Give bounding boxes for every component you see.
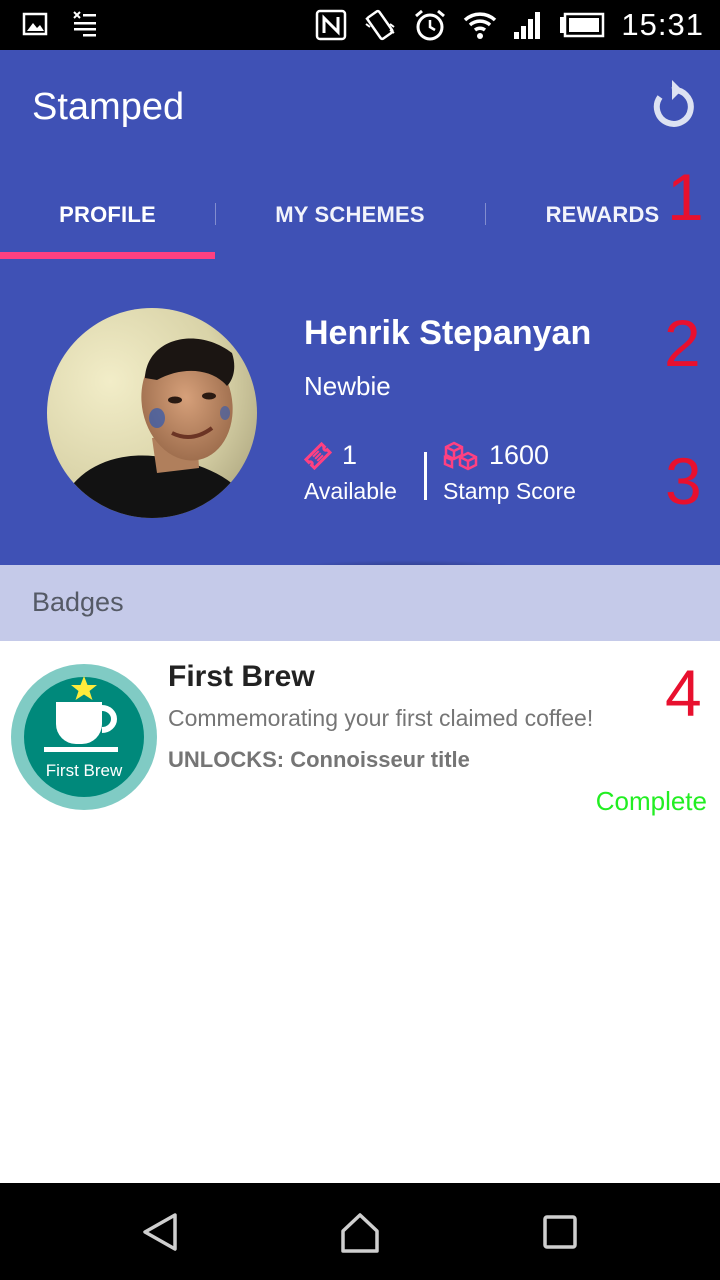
notes-icon	[73, 11, 96, 37]
tab-my-schemes[interactable]: MY SCHEMES	[215, 170, 485, 260]
available-value: 1	[342, 440, 358, 470]
alarm-icon	[415, 9, 446, 41]
nfc-icon	[316, 9, 347, 41]
signal-icon	[514, 12, 541, 39]
navigation-bar	[0, 1183, 720, 1280]
stamp-score-label: Stamp Score	[443, 478, 576, 504]
user-title: Newbie	[304, 371, 391, 401]
cubes-icon	[443, 441, 478, 470]
app-title: Stamped	[32, 86, 185, 128]
annotation-2: 2	[664, 306, 701, 380]
annotation-1: 1	[667, 160, 704, 234]
badges-section-header: Badges	[0, 565, 720, 641]
stamp-score-value: 1600	[489, 440, 550, 470]
badge-icon-text: First Brew	[46, 761, 123, 780]
app-header: Stamped PROFILE MY SCHEMES REWARDS 1 2 3…	[0, 50, 720, 565]
badge-unlocks: UNLOCKS: Connoisseur title	[168, 747, 470, 772]
tab-indicator	[0, 252, 215, 259]
ticket-icon	[304, 441, 332, 470]
wifi-icon	[464, 12, 497, 39]
badge-status: Complete	[595, 786, 707, 816]
vibrate-icon	[365, 9, 396, 41]
badge-name: First Brew	[168, 660, 315, 693]
recents-icon[interactable]	[535, 1207, 585, 1257]
avatar-photo	[47, 308, 257, 518]
badges-header-label: Badges	[32, 587, 124, 617]
stamp-score-stat: 1600 Stamp Score	[443, 440, 576, 505]
user-name: Henrik Stepanyan	[304, 314, 592, 352]
home-icon[interactable]	[335, 1207, 385, 1257]
stat-divider	[424, 452, 427, 500]
status-bar: 15:31	[0, 0, 720, 50]
battery-icon	[560, 12, 605, 38]
available-label: Available	[304, 478, 397, 504]
available-stat: 1 Available	[304, 440, 397, 505]
avatar[interactable]	[47, 308, 257, 518]
back-icon[interactable]	[135, 1207, 185, 1257]
refresh-icon[interactable]	[645, 80, 699, 134]
badge-description: Commemorating your first claimed coffee!	[168, 705, 594, 731]
tab-profile[interactable]: PROFILE	[0, 170, 215, 260]
clock-time: 15:31	[621, 7, 704, 42]
annotation-4: 4	[665, 656, 702, 730]
annotation-3: 3	[665, 444, 702, 518]
tab-bar: PROFILE MY SCHEMES REWARDS	[0, 170, 720, 260]
first-brew-badge-icon: First Brew	[11, 664, 157, 810]
gallery-icon	[22, 12, 48, 36]
